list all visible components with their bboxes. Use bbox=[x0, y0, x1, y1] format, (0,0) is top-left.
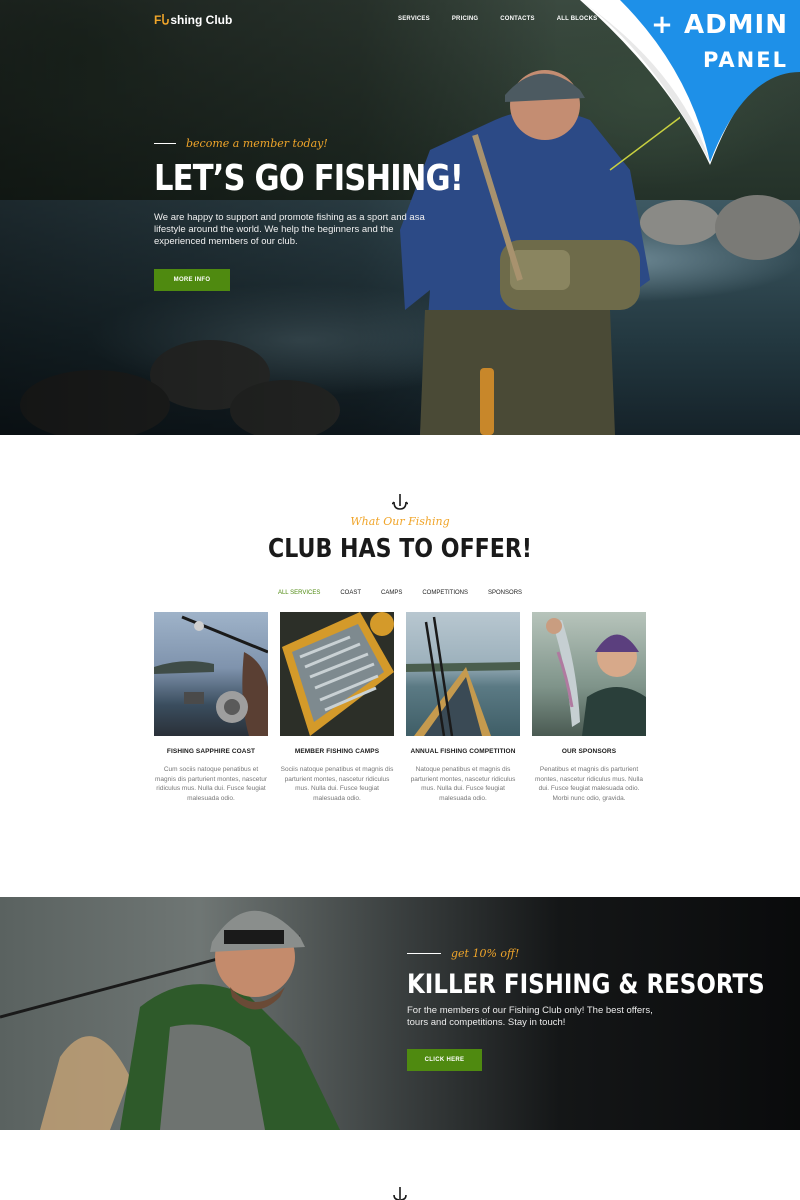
nav-item-contacts[interactable]: CONTACTS bbox=[500, 16, 535, 22]
fishing-rod-reel-illustration bbox=[154, 615, 268, 736]
tab-sponsors[interactable]: SPONSORS bbox=[488, 590, 522, 596]
service-card-text: Cum sociis natoque penatibus et magnis d… bbox=[155, 766, 267, 802]
hero-tagline: become a member today! bbox=[154, 137, 328, 150]
competition-image bbox=[406, 612, 520, 736]
angler-with-net-illustration bbox=[0, 910, 340, 1130]
service-card-title: MEMBER FISHING CAMPS bbox=[294, 748, 380, 755]
tab-all-services[interactable]: ALL SERVICES bbox=[278, 590, 320, 596]
service-card-camps[interactable]: MEMBER FISHING CAMPS Sociis natoque pena… bbox=[280, 612, 394, 803]
hero-text: We are happy to support and promote fish… bbox=[154, 212, 425, 247]
service-card-competition[interactable]: ANNUAL FISHING COMPETITION Natoque penat… bbox=[406, 612, 520, 803]
fish-crate-illustration bbox=[280, 612, 394, 736]
logo-accent: F bbox=[154, 13, 162, 27]
tagline-divider bbox=[154, 143, 176, 144]
service-card-text: Sociis natoque penatibus et magnis dis p… bbox=[280, 766, 394, 802]
logo-text: shing Club bbox=[170, 13, 233, 27]
more-info-button[interactable]: MORE INFO bbox=[154, 269, 230, 291]
promo-title: KILLER FISHING & RESORTS bbox=[407, 969, 765, 1000]
angler-holding-fish-illustration bbox=[546, 618, 646, 736]
site-logo[interactable]: Fshing Club bbox=[154, 13, 232, 27]
service-filter-tabs: ALL SERVICES COAST CAMPS COMPETITIONS SP… bbox=[0, 590, 800, 596]
admin-badge-line1: + ADMIN bbox=[651, 10, 788, 40]
promo-text: For the members of our Fishing Club only… bbox=[407, 1005, 653, 1028]
nav-item-services[interactable]: SERVICES bbox=[398, 16, 430, 22]
sponsors-image bbox=[532, 612, 646, 736]
coast-image bbox=[154, 612, 268, 736]
promo-banner: CLICK HERE bbox=[0, 897, 800, 1130]
camps-image bbox=[280, 612, 394, 736]
click-here-button[interactable]: CLICK HERE bbox=[407, 1049, 482, 1071]
fish-hook-icon bbox=[393, 1187, 407, 1200]
fish-hook-icon bbox=[392, 494, 408, 510]
service-card-text: Natoque penatibus et magnis dis parturie… bbox=[410, 766, 516, 802]
service-card-text: Penatibus et magnis dis parturient monte… bbox=[534, 766, 643, 802]
hero-title: LET’S GO FISHING! bbox=[154, 158, 464, 199]
service-card-title: OUR SPONSORS bbox=[561, 748, 617, 755]
nav-item-pricing[interactable]: PRICING bbox=[452, 16, 478, 22]
tagline-divider bbox=[407, 953, 441, 954]
admin-badge-line2: PANEL bbox=[702, 48, 788, 72]
service-card-sponsors[interactable]: OUR SPONSORS Penatibus et magnis dis par… bbox=[532, 612, 646, 803]
offer-subtitle: What Our Fishing bbox=[350, 515, 450, 528]
tab-competitions[interactable]: COMPETITIONS bbox=[422, 590, 468, 596]
admin-panel-badge: + ADMIN PANEL bbox=[560, 0, 800, 165]
promo-tagline-text: get 10% off! bbox=[451, 947, 520, 960]
offer-title: CLUB HAS TO OFFER! bbox=[268, 534, 532, 564]
tab-camps[interactable]: CAMPS bbox=[381, 590, 402, 596]
boat-rods-illustration bbox=[406, 616, 520, 736]
service-card-coast[interactable]: FISHING SAPPHIRE COAST Cum sociis natoqu… bbox=[154, 612, 268, 803]
tab-coast[interactable]: COAST bbox=[340, 590, 361, 596]
service-card-title: FISHING SAPPHIRE COAST bbox=[166, 748, 256, 755]
service-card-title: ANNUAL FISHING COMPETITION bbox=[410, 748, 516, 755]
hero-tagline-text: become a member today! bbox=[186, 137, 328, 150]
fish-hook-logo-icon bbox=[162, 14, 170, 25]
promo-tagline: get 10% off! bbox=[407, 947, 519, 960]
